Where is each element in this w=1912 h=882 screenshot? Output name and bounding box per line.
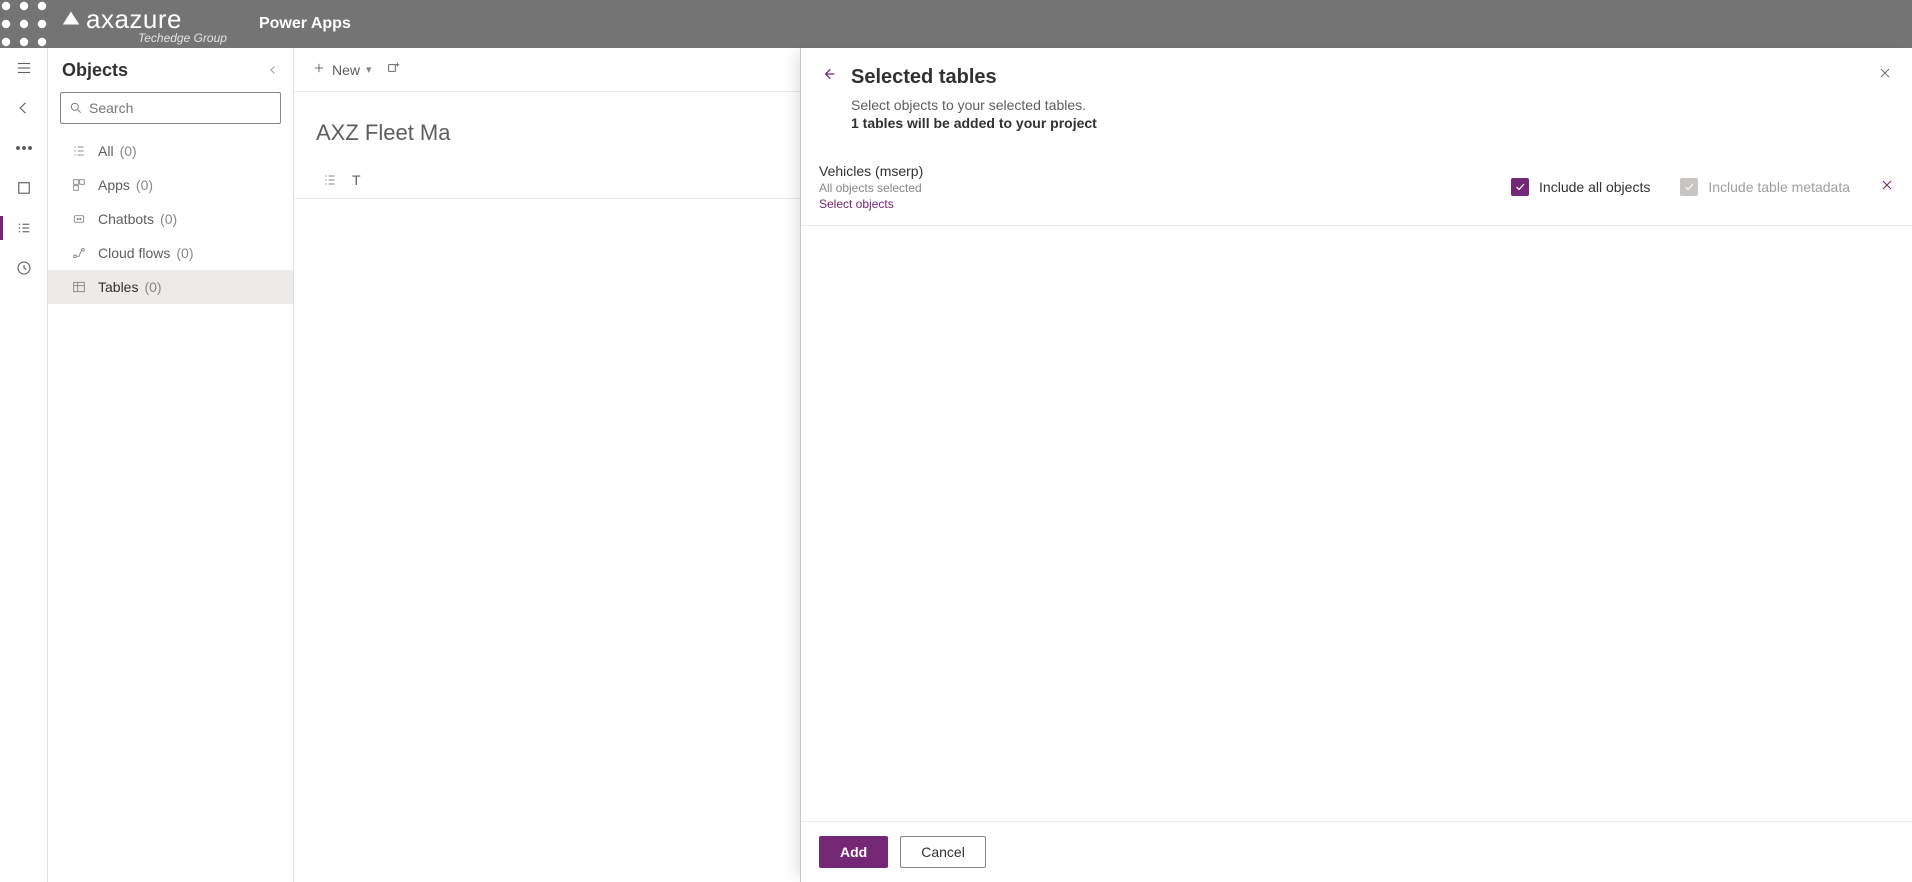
main-area: New ▾ AXZ Fleet Ma T Selected tables xyxy=(294,48,1912,882)
tables-section-label: T xyxy=(352,172,361,188)
panel-close-button[interactable] xyxy=(1878,66,1892,85)
rail-item-history[interactable] xyxy=(0,248,48,288)
app-name: Power Apps xyxy=(259,15,351,33)
sidebar-item-label: Chatbots xyxy=(98,211,154,227)
panel-summary: 1 tables will be added to your project xyxy=(801,113,1912,149)
plus-icon xyxy=(312,61,326,78)
chatbot-icon xyxy=(68,211,90,227)
brand-logo: axazure Techedge Group xyxy=(60,4,227,45)
include-all-objects-checkbox[interactable]: Include all objects xyxy=(1511,178,1650,196)
sidebar-item-count: (0) xyxy=(144,279,161,295)
list-all-icon xyxy=(68,143,90,159)
add-existing-button[interactable] xyxy=(386,60,402,79)
rail-item-active[interactable] xyxy=(0,208,48,248)
sidebar-title: Objects xyxy=(62,60,128,81)
sidebar-item-all[interactable]: All (0) xyxy=(48,134,293,168)
sidebar-item-tables[interactable]: Tables (0) xyxy=(48,270,293,304)
sidebar-header: Objects xyxy=(48,48,293,92)
sidebar-item-count: (0) xyxy=(136,177,153,193)
global-header: axazure Techedge Group Power Apps xyxy=(0,0,1912,48)
sidebar-item-label: All xyxy=(98,143,114,159)
checkbox-checked-icon xyxy=(1511,178,1529,196)
rail-back[interactable] xyxy=(0,88,48,128)
waffle-button[interactable] xyxy=(0,0,48,48)
add-button[interactable]: Add xyxy=(819,836,888,868)
include-metadata-checkbox: Include table metadata xyxy=(1680,178,1850,196)
chevron-down-icon: ▾ xyxy=(366,63,372,76)
sidebar-item-label: Tables xyxy=(98,279,138,295)
selected-table-hint: All objects selected xyxy=(819,181,923,195)
checkbox-disabled-icon xyxy=(1680,178,1698,196)
sidebar-item-apps[interactable]: Apps (0) xyxy=(48,168,293,202)
panel-title: Selected tables xyxy=(851,66,997,89)
nav-rail xyxy=(0,48,48,882)
new-button[interactable]: New ▾ xyxy=(312,61,372,78)
select-objects-link[interactable]: Select objects xyxy=(819,197,923,211)
sidebar-item-chatbots[interactable]: Chatbots (0) xyxy=(48,202,293,236)
sidebar-collapse[interactable] xyxy=(267,60,279,81)
rail-item-solutions[interactable] xyxy=(0,168,48,208)
selected-table-name: Vehicles (mserp) xyxy=(819,163,923,179)
search-box[interactable] xyxy=(60,92,281,124)
sidebar-item-label: Cloud flows xyxy=(98,245,170,261)
selected-table-row: Vehicles (mserp) All objects selected Se… xyxy=(801,149,1912,226)
dots-icon xyxy=(22,146,26,150)
add-existing-icon xyxy=(386,60,402,79)
sidebar-item-count: (0) xyxy=(160,211,177,227)
remove-table-button[interactable] xyxy=(1880,178,1894,197)
apps-icon xyxy=(68,177,90,193)
rail-hamburger[interactable] xyxy=(0,48,48,88)
rail-overflow[interactable] xyxy=(0,128,48,168)
cancel-button[interactable]: Cancel xyxy=(900,836,986,868)
selected-tables-panel: Selected tables Select objects to your s… xyxy=(800,48,1912,882)
sidebar-item-label: Apps xyxy=(98,177,130,193)
search-input[interactable] xyxy=(89,100,272,116)
panel-subtitle: Select objects to your selected tables. xyxy=(801,95,1912,113)
flow-icon xyxy=(68,245,90,261)
search-icon xyxy=(69,101,83,115)
brand-sub: Techedge Group xyxy=(138,31,227,45)
objects-sidebar: Objects All (0) Apps (0) Chatbots (0) xyxy=(48,48,294,882)
panel-back-button[interactable] xyxy=(821,66,837,87)
sidebar-item-count: (0) xyxy=(176,245,193,261)
sidebar-item-cloudflows[interactable]: Cloud flows (0) xyxy=(48,236,293,270)
list-icon xyxy=(322,172,338,188)
sidebar-item-count: (0) xyxy=(120,143,137,159)
include-metadata-label: Include table metadata xyxy=(1708,179,1850,195)
panel-footer: Add Cancel xyxy=(801,821,1912,882)
table-icon xyxy=(68,279,90,295)
new-label: New xyxy=(332,62,360,78)
include-all-label: Include all objects xyxy=(1539,179,1650,195)
